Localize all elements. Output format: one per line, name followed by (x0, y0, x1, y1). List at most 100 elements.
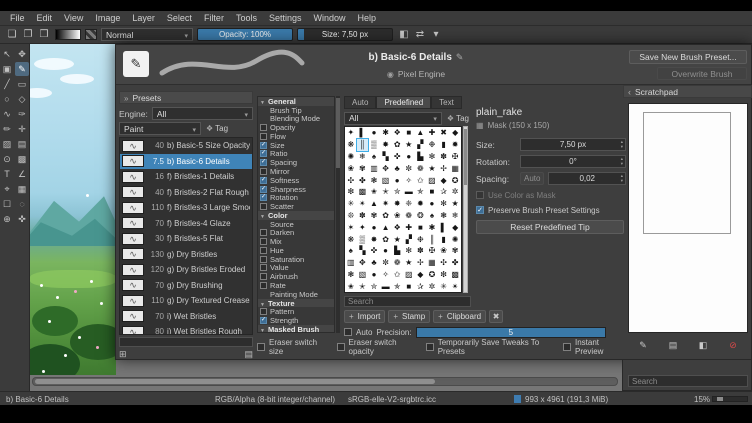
brush-tip-item[interactable]: ▙ (415, 151, 427, 163)
brush-tip-item[interactable]: ▲ (368, 198, 380, 210)
brush-tip-item[interactable]: ❄ (449, 210, 461, 222)
brush-tip-item[interactable]: ✽ (438, 151, 450, 163)
option-softness[interactable]: Softness (258, 176, 334, 185)
tip-size-spinbox[interactable]: 7,50 px (520, 138, 626, 151)
brush-tip-item[interactable]: ▲ (380, 221, 392, 233)
scratchpad-search-input[interactable] (628, 375, 748, 387)
reference-images-tool-icon[interactable]: ▦ (15, 182, 29, 196)
rectangle-tool-icon[interactable]: ▭ (15, 77, 29, 91)
brush-tip-item[interactable]: ✜ (368, 245, 380, 257)
outline-select-tool-icon[interactable]: ◌ (15, 197, 29, 211)
brush-tip-item[interactable]: ♠ (368, 151, 380, 163)
save-document-icon[interactable]: ❒ (37, 28, 51, 42)
brush-tip-item[interactable]: ❉ (415, 233, 427, 245)
brush-tip-item[interactable]: ✥ (357, 257, 369, 269)
menu-item-select[interactable]: Select (161, 13, 198, 23)
brush-tip-item[interactable]: ✻ (426, 151, 438, 163)
import-tip-button[interactable]: Import (344, 310, 385, 323)
brush-tip-item[interactable]: ✲ (449, 186, 461, 198)
brush-tip-item[interactable]: ★ (391, 233, 403, 245)
option-spacing[interactable]: Spacing (258, 158, 334, 167)
brush-tip-item[interactable]: ✭ (357, 280, 369, 292)
brush-tip-item[interactable]: ❊ (345, 210, 357, 222)
eraser-switch-opacity-checkbox[interactable] (337, 343, 345, 351)
color-sampler-tool-icon[interactable]: ⊙ (0, 152, 14, 166)
brush-size-slider[interactable]: Size: 7,50 px (297, 28, 393, 41)
menu-item-window[interactable]: Window (307, 13, 351, 23)
option-value[interactable]: Value (258, 264, 334, 273)
brush-tip-item[interactable]: ✾ (368, 210, 380, 222)
instant-preview-checkbox[interactable] (563, 343, 571, 351)
brush-tip-item[interactable]: ✱ (380, 127, 392, 139)
fill-tool-icon[interactable]: ▨ (0, 137, 14, 151)
blending-mode-dropdown[interactable]: Normal (101, 28, 193, 41)
option-rate[interactable]: Rate (258, 281, 334, 290)
gradient-tool-icon[interactable]: ▤ (15, 137, 29, 151)
option-checkbox[interactable] (260, 229, 267, 236)
brush-tip-item[interactable]: ★ (449, 198, 461, 210)
option-source[interactable]: Source (258, 220, 334, 229)
brush-tip-item[interactable]: ● (368, 221, 380, 233)
brush-tip-item[interactable]: ✽ (415, 245, 427, 257)
tip-tag-button[interactable]: Tag (445, 112, 471, 124)
brush-tip-item[interactable]: ✠ (449, 151, 461, 163)
scratchpad-fill-layer-icon[interactable]: ▤ (665, 339, 681, 352)
brush-tip-item[interactable]: ✻ (438, 198, 450, 210)
option-mix[interactable]: Mix (258, 237, 334, 246)
options-scrollbar[interactable] (336, 96, 340, 333)
brush-tip-item[interactable]: ● (368, 127, 380, 139)
brush-tip-item[interactable]: ✧ (403, 174, 415, 186)
gradient-chooser-chip[interactable] (55, 29, 81, 40)
brush-tip-item[interactable]: ✠ (426, 245, 438, 257)
zoom-slider[interactable] (712, 396, 748, 402)
preset-row[interactable]: 110g) Dry Textured Creases (120, 293, 252, 309)
tab-predefined[interactable]: Predefined (376, 96, 431, 109)
save-new-brush-preset-button[interactable]: Save New Brush Preset... (629, 50, 747, 64)
brush-tip-item[interactable]: ❁ (391, 257, 403, 269)
brush-tip-item[interactable]: ■ (403, 127, 415, 139)
brush-tip-item[interactable]: ▧ (357, 269, 369, 281)
brush-tip-item[interactable]: ✿ (380, 233, 392, 245)
brush-tip-item[interactable]: ★ (426, 162, 438, 174)
option-checkbox[interactable] (260, 150, 267, 157)
scratchpad-header[interactable]: Scratchpad (623, 85, 752, 98)
option-checkbox[interactable] (260, 308, 267, 315)
brush-tip-item[interactable]: ▞ (403, 233, 415, 245)
brush-tip-item[interactable]: ♠ (426, 210, 438, 222)
brush-tip-item[interactable]: ║ (357, 139, 369, 151)
option-flow[interactable]: Flow (258, 132, 334, 141)
brush-tip-item[interactable]: ✬ (345, 280, 357, 292)
tag-button[interactable]: Tag (204, 123, 230, 135)
zoom-slider-thumb[interactable] (717, 397, 723, 401)
brush-tip-item[interactable]: ✢ (438, 162, 450, 174)
brush-tip-item[interactable]: ✶ (345, 221, 357, 233)
view-mode-icon[interactable] (119, 349, 127, 360)
option-mirror[interactable]: Mirror (258, 167, 334, 176)
scratchpad-paint-icon[interactable]: ✎ (635, 339, 651, 352)
brush-tip-item[interactable]: ❖ (391, 221, 403, 233)
option-checkbox[interactable] (260, 124, 267, 131)
preset-row[interactable]: 80i) Wet Bristles Rough (120, 324, 252, 335)
brush-tip-item[interactable]: ✯ (415, 186, 427, 198)
option-painting-mode[interactable]: Painting Mode (258, 290, 334, 299)
brush-tip-item[interactable]: ■ (403, 280, 415, 292)
tag-filter-dropdown[interactable]: Paint (119, 122, 201, 135)
brush-tip-item[interactable]: ■ (415, 221, 427, 233)
preset-row[interactable]: 40f) Bristles-2 Flat Rough (120, 185, 252, 201)
brush-tip-item[interactable]: ✿ (391, 139, 403, 151)
option-ratio[interactable]: Ratio (258, 150, 334, 159)
brush-tip-item[interactable]: ● (426, 198, 438, 210)
overwrite-brush-button[interactable]: Overwrite Brush (657, 67, 747, 80)
option-masked-brush[interactable]: Masked Brush (258, 325, 334, 333)
brush-tip-item[interactable]: ▨ (426, 174, 438, 186)
brush-tip-item[interactable]: ❁ (403, 210, 415, 222)
brush-tip-item[interactable]: ✦ (345, 127, 357, 139)
brush-tip-item[interactable]: ▒ (357, 233, 369, 245)
eraser-switch-size-checkbox[interactable] (257, 343, 265, 351)
clipboard-tip-button[interactable]: Clipboard (433, 310, 486, 323)
brush-tip-item[interactable]: ▒ (368, 139, 380, 151)
brush-tip-item[interactable]: ✰ (415, 280, 427, 292)
scrollbar-thumb[interactable] (464, 129, 467, 185)
option-darken[interactable]: Darken (258, 228, 334, 237)
brush-tip-item[interactable]: ❈ (403, 198, 415, 210)
